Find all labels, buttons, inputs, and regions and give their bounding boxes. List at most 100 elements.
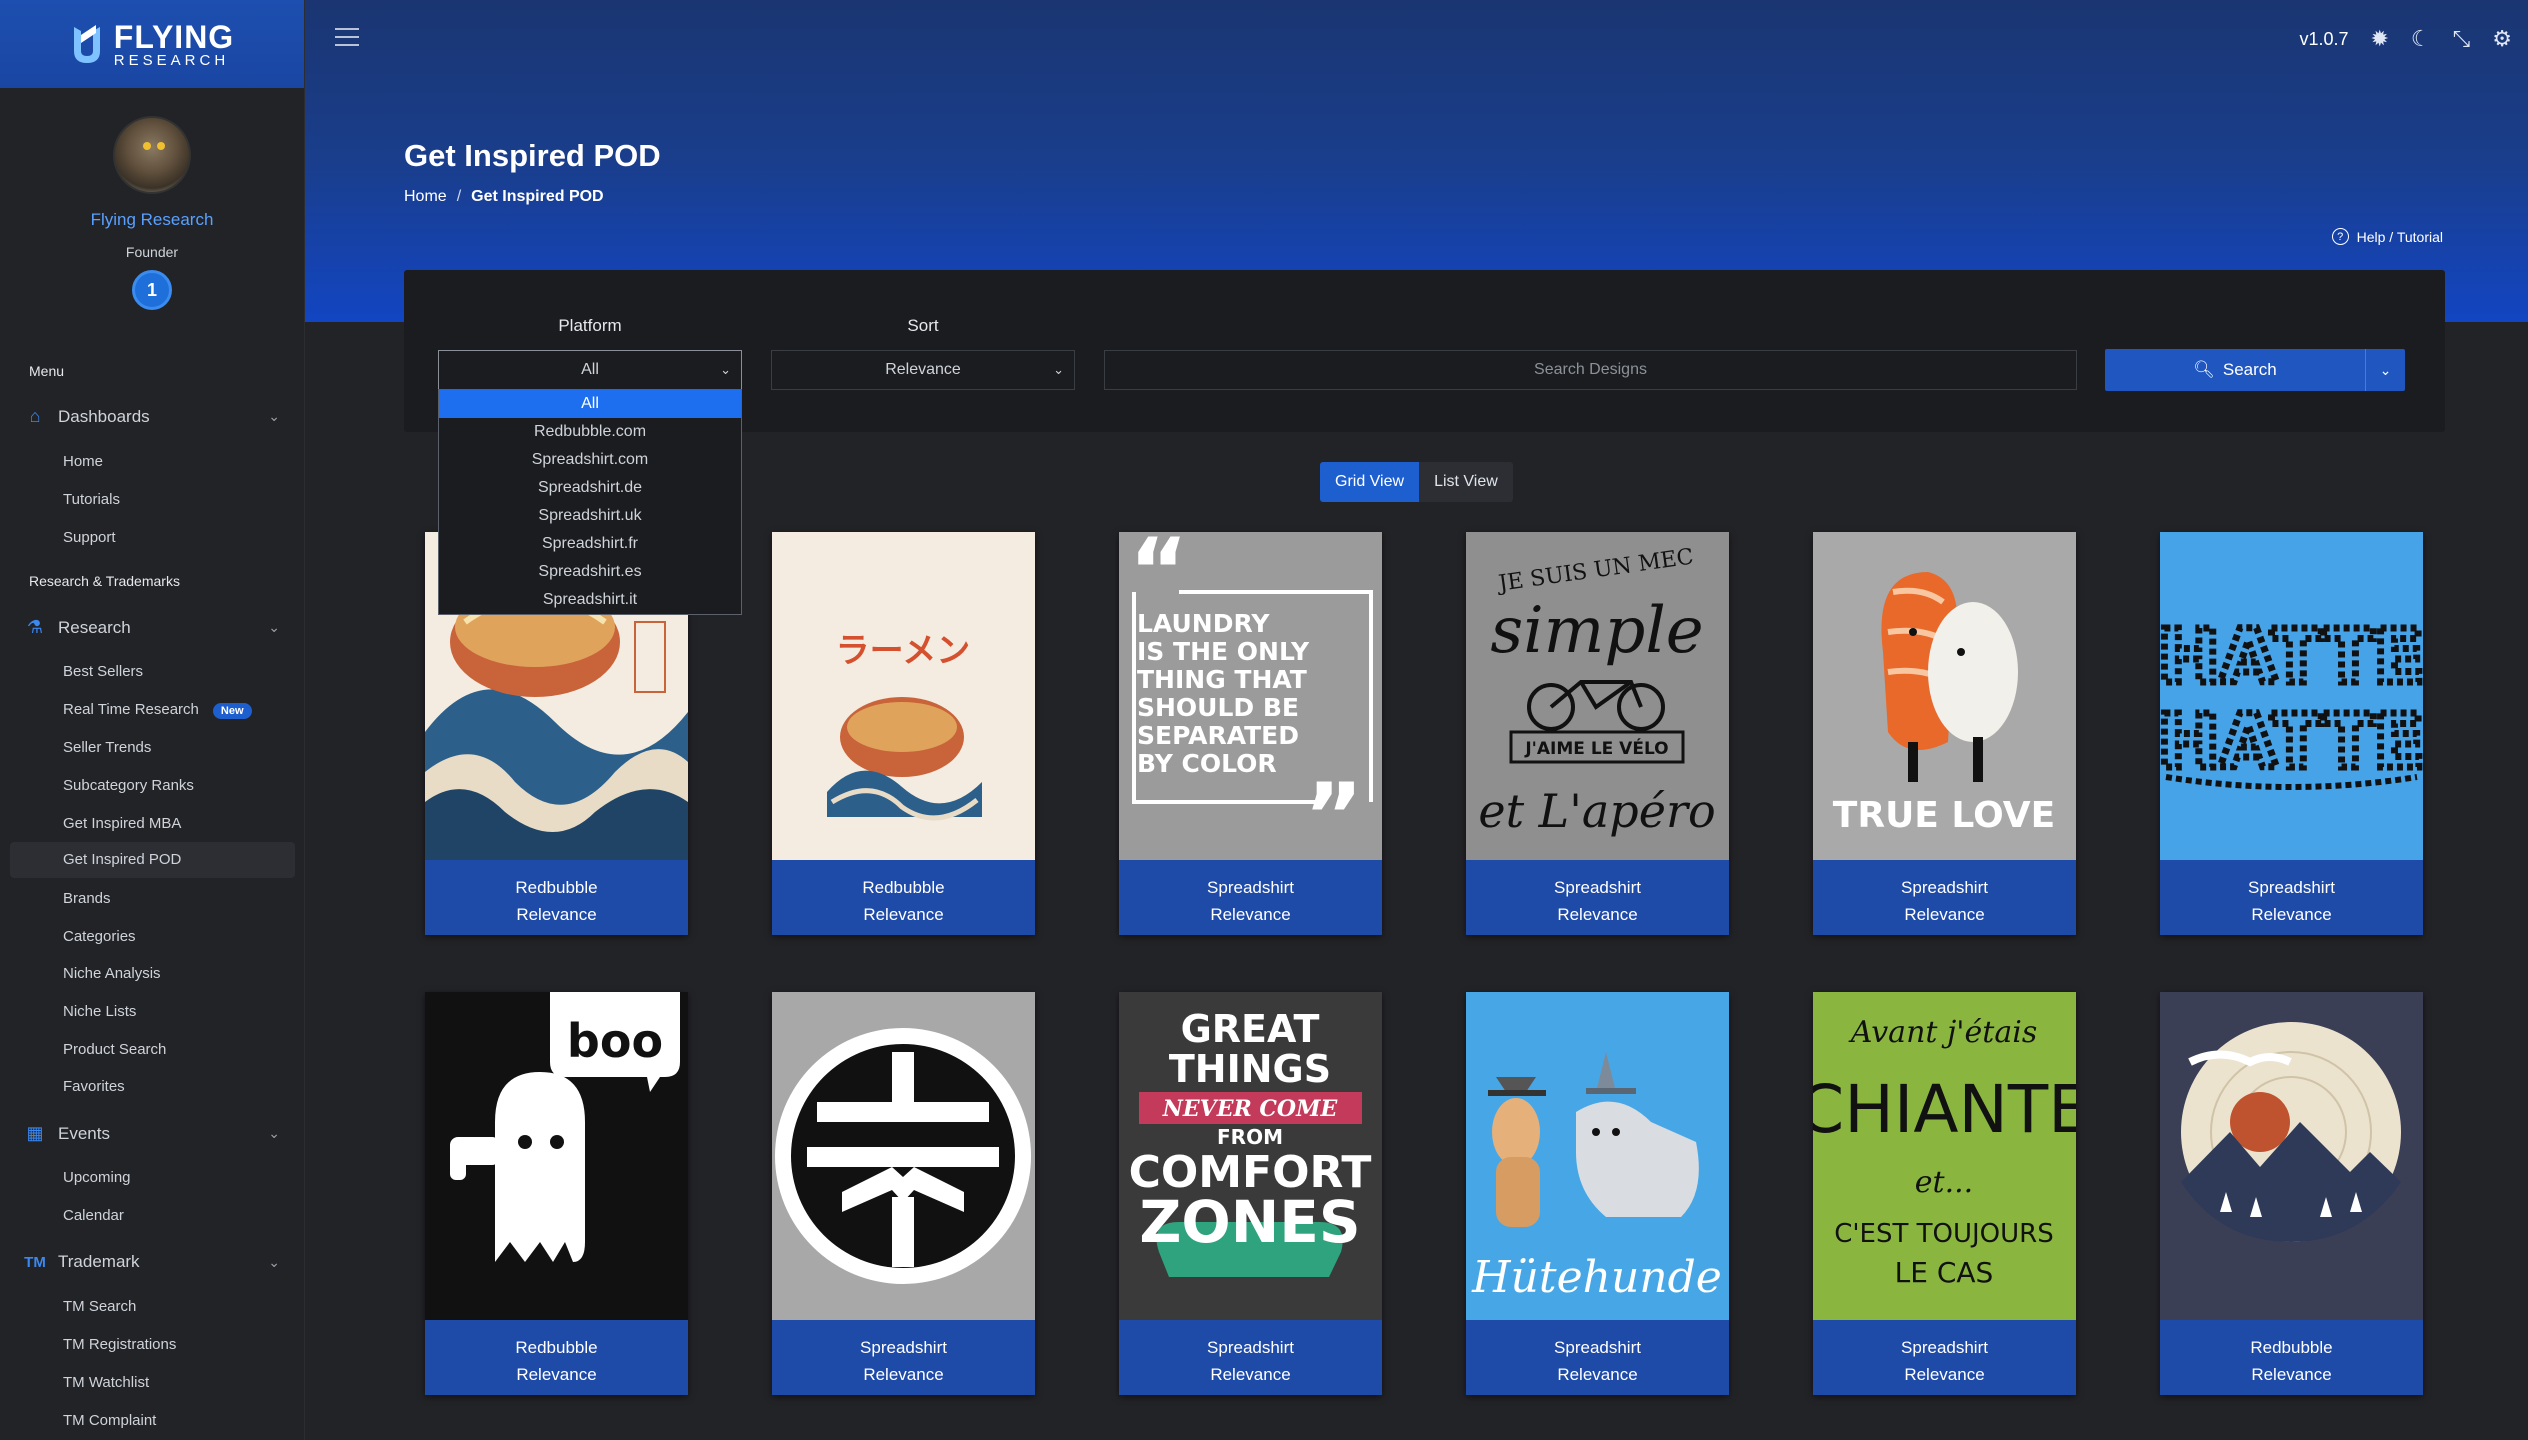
- design-image[interactable]: “ ” LAUNDRY IS THE ONLY THING THAT SHOULD B…: [1119, 532, 1382, 860]
- sidebar-item-brands[interactable]: Brands: [63, 890, 111, 907]
- design-text: THING THAT: [1137, 665, 1307, 694]
- platform-option[interactable]: Redbubble.com: [439, 418, 741, 446]
- design-image[interactable]: HATTE HATTE: [2160, 532, 2423, 860]
- design-card[interactable]: Hütehunde Spreadshirt Relevance: [1466, 992, 1729, 1395]
- design-card[interactable]: “ ” LAUNDRY IS THE ONLY THING THAT SHOULD B…: [1119, 532, 1382, 935]
- sidebar-item-seller-trends[interactable]: Seller Trends: [63, 739, 151, 756]
- design-card[interactable]: GREAT THINGS NEVER COME FROM COMFORT ZON…: [1119, 992, 1382, 1395]
- sidebar-item-calendar[interactable]: Calendar: [63, 1207, 124, 1224]
- design-card[interactable]: TRUE LOVE Spreadshirt Relevance: [1813, 532, 2076, 935]
- bug-icon[interactable]: ✹: [2370, 26, 2388, 52]
- version-label: v1.0.7: [2299, 28, 2349, 49]
- design-card[interactable]: HATTE HATTE Spreadshirt Relevance: [2160, 532, 2423, 935]
- platform-option[interactable]: Spreadshirt.fr: [439, 530, 741, 558]
- breadcrumb-home[interactable]: Home: [404, 188, 447, 205]
- design-card-footer: Spreadshirt Relevance: [1466, 1320, 1729, 1395]
- sidebar-item-home[interactable]: Home: [63, 453, 103, 470]
- design-card-footer: Spreadshirt Relevance: [772, 1320, 1035, 1395]
- platform-select[interactable]: All ⌄: [438, 350, 742, 390]
- platform-option[interactable]: Spreadshirt.es: [439, 558, 741, 586]
- design-text: ZONES: [1139, 1188, 1360, 1256]
- sidebar-item-support[interactable]: Support: [63, 529, 116, 546]
- help-link[interactable]: ? Help / Tutorial: [2331, 228, 2443, 245]
- help-icon: ?: [2331, 228, 2349, 245]
- sidebar-item-best-sellers[interactable]: Best Sellers: [63, 663, 143, 680]
- design-image[interactable]: ラーメン: [772, 532, 1035, 860]
- platform-option[interactable]: All: [439, 390, 741, 418]
- design-text: boo: [567, 1014, 663, 1068]
- design-card[interactable]: JE SUIS UN MEC simple J'AIME LE VÉLO et …: [1466, 532, 1729, 935]
- design-text: simple: [1490, 594, 1703, 668]
- sidebar-item-tm-watchlist[interactable]: TM Watchlist: [63, 1374, 149, 1391]
- platform-option[interactable]: Spreadshirt.com: [439, 446, 741, 474]
- nav-group-events[interactable]: ▦ Events ⌄: [24, 1123, 280, 1144]
- design-image[interactable]: Avant j'étais CHIANTE et... C'EST TOUJOU…: [1813, 992, 2076, 1320]
- search-input[interactable]: Search Designs: [1104, 350, 2077, 390]
- sidebar-item-tm-search[interactable]: TM Search: [63, 1298, 136, 1315]
- sort-select[interactable]: Relevance ⌄: [771, 350, 1075, 390]
- design-text: SHOULD BE: [1137, 693, 1299, 722]
- design-card-footer: Spreadshirt Relevance: [1119, 860, 1382, 935]
- chevron-down-icon: ⌄: [268, 1125, 280, 1141]
- platform-name: Spreadshirt: [1207, 1338, 1294, 1357]
- sort-value: Relevance: [885, 361, 961, 378]
- design-text: LAUNDRY: [1137, 609, 1270, 638]
- design-image[interactable]: boo: [425, 992, 688, 1320]
- design-card-footer: Redbubble Relevance: [772, 860, 1035, 935]
- sidebar-item-product-search[interactable]: Product Search: [63, 1041, 166, 1058]
- design-card-footer: Redbubble Relevance: [425, 1320, 688, 1395]
- design-image[interactable]: [772, 992, 1035, 1320]
- nav-group-research[interactable]: ⚗ Research ⌄: [24, 617, 280, 638]
- search-options-toggle[interactable]: ⌄: [2365, 349, 2405, 391]
- logo[interactable]: FLYING RESEARCH: [0, 0, 304, 88]
- sidebar-item-tutorials[interactable]: Tutorials: [63, 491, 120, 508]
- design-card-footer: Redbubble Relevance: [425, 860, 688, 935]
- sort-label: Relevance: [2251, 1365, 2332, 1384]
- design-card[interactable]: Avant j'étais CHIANTE et... C'EST TOUJOU…: [1813, 992, 2076, 1395]
- nav-group-dashboards[interactable]: ⌂ Dashboards ⌄: [24, 406, 280, 427]
- sidebar-item-favorites[interactable]: Favorites: [63, 1078, 125, 1095]
- platform-name: Redbubble: [515, 878, 598, 897]
- menu-toggle-icon[interactable]: [335, 28, 359, 52]
- sidebar-item-niche-analysis[interactable]: Niche Analysis: [63, 965, 161, 982]
- list-view-button[interactable]: List View: [1419, 462, 1513, 502]
- fullscreen-exit-icon[interactable]: ⤡: [2453, 26, 2471, 52]
- platform-option[interactable]: Spreadshirt.de: [439, 474, 741, 502]
- sidebar-item-get-inspired-mba[interactable]: Get Inspired MBA: [63, 815, 181, 832]
- platform-option[interactable]: Spreadshirt.uk: [439, 502, 741, 530]
- sidebar-item-real-time-research[interactable]: Real Time Research New: [63, 701, 252, 719]
- design-image[interactable]: Hütehunde: [1466, 992, 1729, 1320]
- design-text: FROM: [1217, 1125, 1283, 1149]
- svg-text:”: ”: [1304, 764, 1363, 860]
- design-image[interactable]: TRUE LOVE: [1813, 532, 2076, 860]
- sidebar-item-upcoming[interactable]: Upcoming: [63, 1169, 131, 1186]
- sidebar-item-tm-registrations[interactable]: TM Registrations: [63, 1336, 176, 1353]
- design-image[interactable]: GREAT THINGS NEVER COME FROM COMFORT ZON…: [1119, 992, 1382, 1320]
- platform-name: Redbubble: [2250, 1338, 2333, 1357]
- grid-view-button[interactable]: Grid View: [1320, 462, 1420, 502]
- gear-icon[interactable]: ⚙: [2492, 26, 2512, 52]
- sidebar-item-subcategory-ranks[interactable]: Subcategory Ranks: [63, 777, 194, 794]
- logo-mark-icon: [73, 25, 100, 63]
- design-image[interactable]: JE SUIS UN MEC simple J'AIME LE VÉLO et …: [1466, 532, 1729, 860]
- platform-name: Spreadshirt: [860, 1338, 947, 1357]
- platform-option[interactable]: Spreadshirt.it: [439, 586, 741, 614]
- nav-group-trademark[interactable]: TM Trademark ⌄: [24, 1252, 280, 1272]
- tm-icon: TM: [24, 1253, 46, 1271]
- sidebar-item-niche-lists[interactable]: Niche Lists: [63, 1003, 136, 1020]
- sidebar-item-get-inspired-pod[interactable]: Get Inspired POD: [10, 842, 295, 878]
- moon-icon[interactable]: ☾: [2411, 26, 2431, 52]
- design-card[interactable]: boo Redbubble Relevance: [425, 992, 688, 1395]
- design-card[interactable]: Redbubble Relevance: [2160, 992, 2423, 1395]
- design-card[interactable]: ラーメン Redbubble Relevance: [772, 532, 1035, 935]
- avatar[interactable]: [113, 116, 191, 194]
- design-text: HATTE: [2160, 614, 2423, 700]
- design-card-footer: Spreadshirt Relevance: [1466, 860, 1729, 935]
- design-image[interactable]: [2160, 992, 2423, 1320]
- design-card[interactable]: Spreadshirt Relevance: [772, 992, 1035, 1395]
- sidebar-item-categories[interactable]: Categories: [63, 928, 136, 945]
- sidebar-item-tm-complaint[interactable]: TM Complaint: [63, 1412, 156, 1429]
- chevron-down-icon: ⌄: [268, 1253, 280, 1270]
- profile-name[interactable]: Flying Research: [0, 210, 304, 230]
- search-button[interactable]: 🔍︎ Search ⌄: [2105, 349, 2405, 391]
